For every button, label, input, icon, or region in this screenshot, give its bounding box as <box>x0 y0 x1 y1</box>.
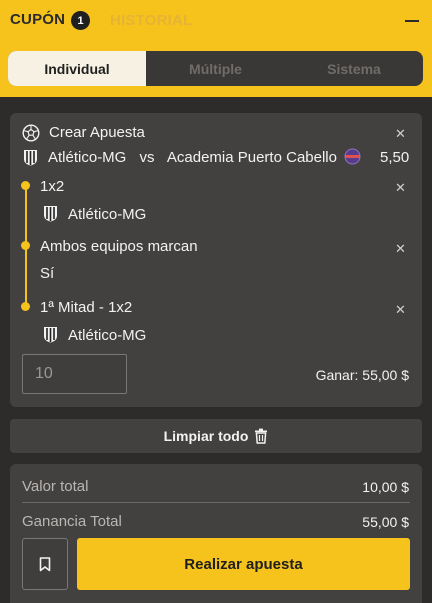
selection-dot <box>21 302 30 311</box>
tab-historial[interactable]: HISTORIAL <box>110 12 192 29</box>
team-crest-icon <box>44 327 57 343</box>
away-team-crest-icon <box>344 148 361 165</box>
total-stake-label: Valor total <box>22 478 89 495</box>
soccer-ball-icon <box>22 124 40 142</box>
summary-divider <box>22 502 410 503</box>
remove-selection-close-icon[interactable]: ✕ <box>395 241 406 257</box>
remove-selection-close-icon[interactable]: ✕ <box>395 180 406 196</box>
selection-market: Ambos equipos marcan <box>40 238 198 255</box>
bet-title: Crear Apuesta <box>49 124 145 141</box>
bet-type-tabs: Individual Múltiple Sistema <box>8 51 423 86</box>
win-label: Ganar: <box>315 367 359 383</box>
versus-label: vs <box>139 149 155 166</box>
minimize-icon[interactable] <box>405 20 419 22</box>
clear-all-button[interactable]: Limpiar todo <box>10 419 422 453</box>
home-team-name: Atlético-MG <box>48 149 127 166</box>
home-team-crest-icon <box>24 150 37 166</box>
odds-value: 5,50 <box>380 149 410 166</box>
selection-pick: Atlético-MG <box>68 327 147 344</box>
selection-pick: Atlético-MG <box>68 206 147 223</box>
selection-dot <box>21 181 30 190</box>
total-stake-value: 10,00 $ <box>362 479 409 495</box>
trash-icon <box>255 428 268 444</box>
stake-input[interactable] <box>22 354 127 394</box>
save-bet-button[interactable] <box>22 538 68 590</box>
match-teams: Atlético-MG vs Academia Puerto Cabello <box>48 149 337 166</box>
selection-pick: Sí <box>40 265 55 282</box>
tab-cupon[interactable]: CUPÓN <box>10 11 65 28</box>
selection-market: 1ª Mitad - 1x2 <box>40 299 133 316</box>
win-value: 55,00 $ <box>362 367 409 383</box>
tab-sistema[interactable]: Sistema <box>285 51 423 86</box>
remove-bet-close-icon[interactable]: ✕ <box>395 126 406 142</box>
selection-dot <box>21 241 30 250</box>
clear-all-label: Limpiar todo <box>163 428 249 444</box>
place-bet-button[interactable]: Realizar apuesta <box>77 538 410 590</box>
tab-multiple[interactable]: Múltiple <box>146 51 285 86</box>
team-crest-icon <box>44 206 57 222</box>
total-gain-label: Ganancia Total <box>22 513 122 530</box>
potential-win: Ganar: 55,00 $ <box>316 367 409 383</box>
betslip-header: CUPÓN 1 HISTORIAL Individual Múltiple Si… <box>0 0 432 97</box>
selection-market: 1x2 <box>40 178 65 195</box>
tab-individual[interactable]: Individual <box>8 51 146 86</box>
away-team-name: Academia Puerto Cabello <box>166 149 337 166</box>
total-gain-value: 55,00 $ <box>362 514 409 530</box>
remove-selection-close-icon[interactable]: ✕ <box>395 302 406 318</box>
selection-count-badge: 1 <box>71 11 90 30</box>
bookmark-icon <box>39 556 51 571</box>
